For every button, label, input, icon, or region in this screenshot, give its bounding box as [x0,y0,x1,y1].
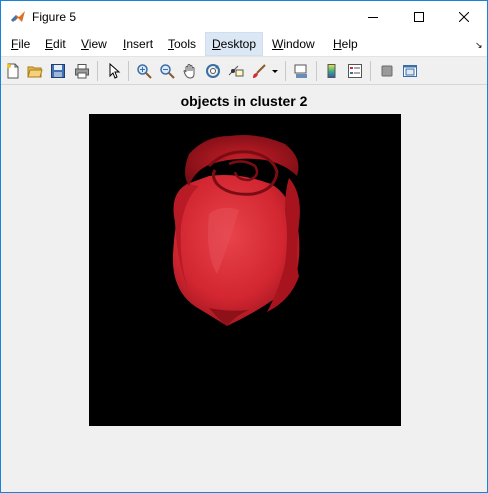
figure-toolbar [1,56,487,85]
edit-plot-button[interactable] [103,60,125,82]
rotate-icon [206,64,220,78]
new-figure-button[interactable] [2,60,24,82]
caret-down-icon [272,70,278,73]
pointer-icon [109,63,121,79]
plot-title: objects in cluster 2 [180,93,308,109]
maximize-icon [414,11,424,22]
zoom-in-button[interactable] [133,60,155,82]
zoom-in-icon [137,64,152,79]
pan-button[interactable] [179,60,201,82]
brush-icon [253,64,266,78]
menu-insert[interactable]: Insert [117,32,159,56]
colorbar-icon [327,64,336,78]
menu-edit-mnemonic: E [45,37,54,51]
menu-edit-label: dit [53,37,66,51]
open-file-icon [27,66,43,78]
menu-tools[interactable]: Tools [162,32,202,56]
brush-dropdown[interactable] [269,60,281,82]
maximize-button[interactable] [396,1,442,32]
close-icon [459,11,469,22]
minimize-button[interactable] [350,1,396,32]
menu-window-label: indow [283,37,315,51]
close-button[interactable] [441,1,487,32]
menu-desktop[interactable]: Desktop [205,32,264,56]
open-file-button[interactable] [24,60,46,82]
save-icon [51,64,65,78]
menu-window[interactable]: Window [266,32,321,56]
menu-desktop-label: esktop [220,37,257,51]
insert-colorbar-button[interactable] [321,60,343,82]
menu-window-mnemonic: W [272,37,284,51]
show-plot-tools-button[interactable] [399,60,421,82]
image-axes[interactable] [89,114,401,426]
hide-plot-tools-button[interactable] [376,60,398,82]
data-cursor-icon [228,65,244,77]
menu-file-label: ile [18,37,31,51]
zoom-out-icon [160,64,175,79]
menu-help-label: elp [341,37,358,51]
rotate-3d-button[interactable] [202,60,224,82]
show-plot-tools-icon [403,65,417,77]
zoom-out-button[interactable] [156,60,178,82]
legend-icon [348,64,362,78]
new-figure-icon [7,63,19,79]
menu-tools-label: ools [174,37,197,51]
brush-button[interactable] [248,60,270,82]
menu-help[interactable]: Help [327,32,364,56]
data-cursor-button[interactable] [225,60,247,82]
link-plot-button[interactable] [290,60,312,82]
menu-desktop-mnemonic: D [212,37,221,51]
menu-view-mnemonic: V [81,37,89,51]
toolbar-separator [370,61,371,81]
menu-bar: File Edit View Insert Tools Desktop Wind… [1,32,487,56]
link-icon [294,64,307,78]
menu-view[interactable]: View [75,32,113,56]
hide-plot-tools-icon [381,65,393,77]
menu-file[interactable]: File [5,32,36,56]
print-button[interactable] [71,60,93,82]
figure-canvas[interactable]: objects in cluster 2 [1,85,487,492]
title-bar[interactable]: Figure 5 [1,1,487,32]
minimize-icon [368,16,378,18]
toolbar-separator [316,61,317,81]
menu-edit[interactable]: Edit [39,32,72,56]
pan-icon [183,64,195,79]
dock-arrow-icon[interactable]: ↘ [475,40,483,51]
window-title: Figure 5 [32,10,77,24]
print-icon [75,64,89,79]
rose-image [89,114,401,426]
save-button[interactable] [47,60,69,82]
toolbar-separator [128,61,129,81]
toolbar-separator [97,61,98,81]
menu-view-label: iew [88,37,107,51]
insert-legend-button[interactable] [344,60,366,82]
menu-insert-label: nsert [126,37,154,51]
matlab-logo-icon [10,9,26,25]
figure-window: Figure 5 File Edit View Insert Tools Des… [0,0,488,493]
menu-help-mnemonic: H [333,37,342,51]
toolbar-separator [285,61,286,81]
